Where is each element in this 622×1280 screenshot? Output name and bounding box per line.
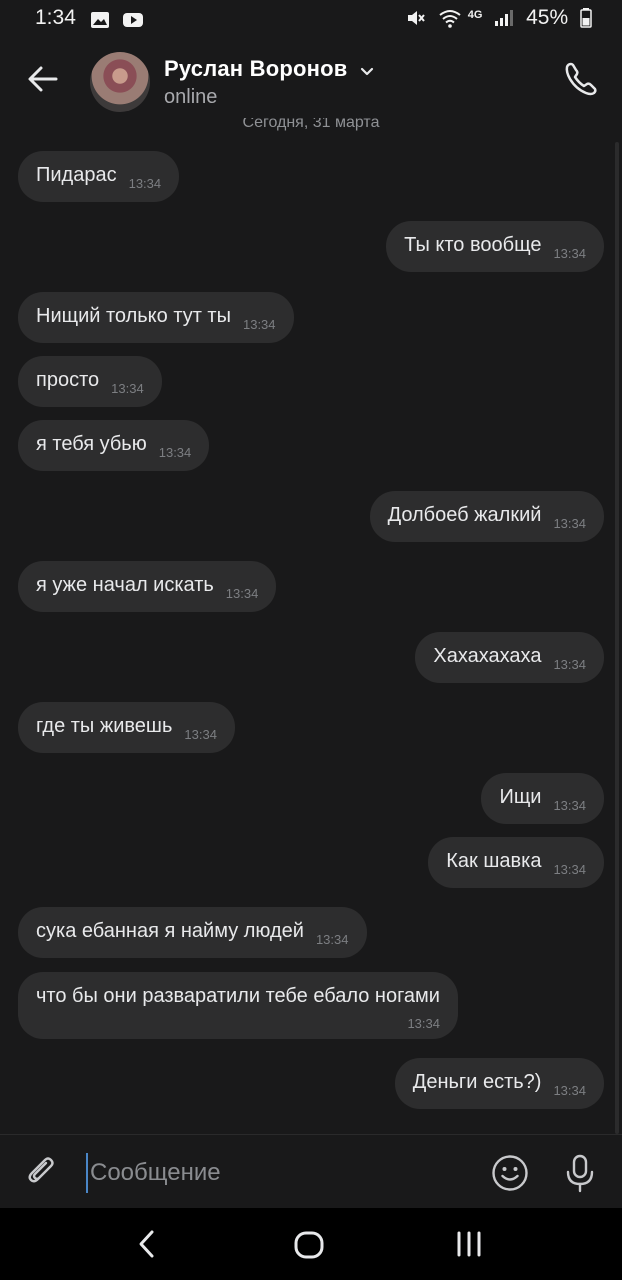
message-text: Ищи	[499, 786, 542, 808]
message-time: 13:34	[158, 445, 192, 460]
message-bubble-incoming[interactable]: просто 13:34	[18, 356, 162, 407]
message-text: просто	[36, 369, 100, 391]
message-bubble-incoming[interactable]: Пидарас 13:34	[18, 151, 180, 202]
message-time: 13:34	[407, 1016, 440, 1031]
message-text: что бы они разваратили тебе ебало ногами	[36, 985, 440, 1007]
message-time: 13:34	[111, 381, 144, 396]
message-bubble-incoming[interactable]: где ты живешь 13:34	[18, 702, 235, 753]
message-bubble-outgoing[interactable]: Деньги есть?) 13:34	[394, 1058, 604, 1109]
message-time: 13:34	[553, 798, 586, 813]
message-time: 13:34	[184, 727, 217, 742]
contact-name[interactable]: Руслан Воронов	[164, 56, 347, 82]
nav-home-icon[interactable]	[292, 1228, 326, 1262]
message-text: я уже начал искать	[36, 574, 214, 596]
date-separator: Сегодня, 31 марта	[242, 118, 380, 131]
signal-icon	[495, 10, 514, 27]
back-arrow-icon[interactable]	[26, 62, 60, 96]
message-input[interactable]	[86, 1153, 472, 1193]
smiley-icon[interactable]	[490, 1153, 530, 1193]
status-time: 1:34	[35, 6, 76, 29]
youtube-icon	[122, 13, 143, 28]
message-bubble-incoming[interactable]: я уже начал искать 13:34	[18, 561, 277, 612]
battery-percentage: 45%	[526, 6, 569, 29]
message-time: 13:34	[242, 317, 276, 332]
message-text: Ты кто вообще	[404, 234, 542, 256]
chevron-down-icon[interactable]	[358, 62, 376, 80]
status-notification-icons	[90, 8, 150, 32]
wifi-icon	[439, 10, 461, 29]
scrollbar[interactable]	[615, 142, 619, 1134]
microphone-icon[interactable]	[562, 1153, 598, 1193]
message-text: Как шавка	[446, 850, 542, 872]
message-bubble-incoming[interactable]: Нищий только тут ты 13:34	[18, 292, 294, 343]
message-text: Нищий только тут ты	[36, 305, 231, 327]
message-time: 13:34	[553, 246, 586, 261]
battery-icon	[580, 8, 592, 29]
message-bubble-outgoing[interactable]: Долбоеб жалкий 13:34	[369, 491, 604, 542]
message-time: 13:34	[128, 176, 162, 191]
message-text: Пидарас	[36, 164, 117, 186]
status-bar: 1:34 4G 45%	[0, 0, 622, 38]
phone-icon[interactable]	[562, 60, 600, 98]
message-text: где ты живешь	[36, 715, 173, 737]
message-time: 13:34	[553, 862, 586, 877]
message-bubble-outgoing[interactable]: Ты кто вообще 13:34	[386, 221, 604, 272]
message-text: Хахахахаха	[433, 645, 542, 667]
message-time: 13:34	[553, 1083, 586, 1098]
nav-back-icon[interactable]	[132, 1228, 162, 1260]
message-time: 13:34	[225, 586, 259, 601]
message-text: Долбоеб жалкий	[387, 504, 542, 526]
network-type: 4G	[467, 9, 483, 21]
nav-recents-icon[interactable]	[452, 1230, 486, 1258]
chat-header: Руслан Воронов online	[0, 38, 622, 118]
contact-online-status: online	[164, 86, 218, 108]
message-composer	[0, 1134, 622, 1209]
mute-icon	[408, 11, 425, 26]
message-bubble-outgoing[interactable]: Как шавка 13:34	[428, 837, 604, 888]
message-time: 13:34	[553, 516, 586, 531]
message-bubble-outgoing[interactable]: Хахахахаха 13:34	[415, 632, 604, 683]
message-list[interactable]: Сегодня, 31 марта Пидарас 13:34 Ты кто во…	[0, 118, 622, 1134]
message-time: 13:34	[553, 657, 586, 672]
message-bubble-incoming[interactable]: я тебя убью 13:34	[18, 420, 210, 471]
message-bubble-outgoing[interactable]: Ищи 13:34	[481, 773, 604, 824]
message-bubble-incoming[interactable]: сука ебанная я найму людей 13:34	[18, 907, 367, 958]
message-text: сука ебанная я найму людей	[36, 920, 304, 942]
message-text: я тебя убью	[36, 433, 147, 455]
message-time: 13:34	[315, 932, 349, 947]
gallery-icon	[91, 12, 109, 29]
paperclip-icon[interactable]	[24, 1153, 60, 1189]
system-navigation-bar	[0, 1208, 622, 1280]
message-text: Деньги есть?)	[412, 1071, 542, 1093]
contact-avatar[interactable]	[90, 52, 150, 112]
status-system-icons: 4G 45%	[400, 6, 592, 30]
message-bubble-incoming[interactable]: что бы они разваратили тебе ебало ногами…	[18, 972, 458, 1039]
